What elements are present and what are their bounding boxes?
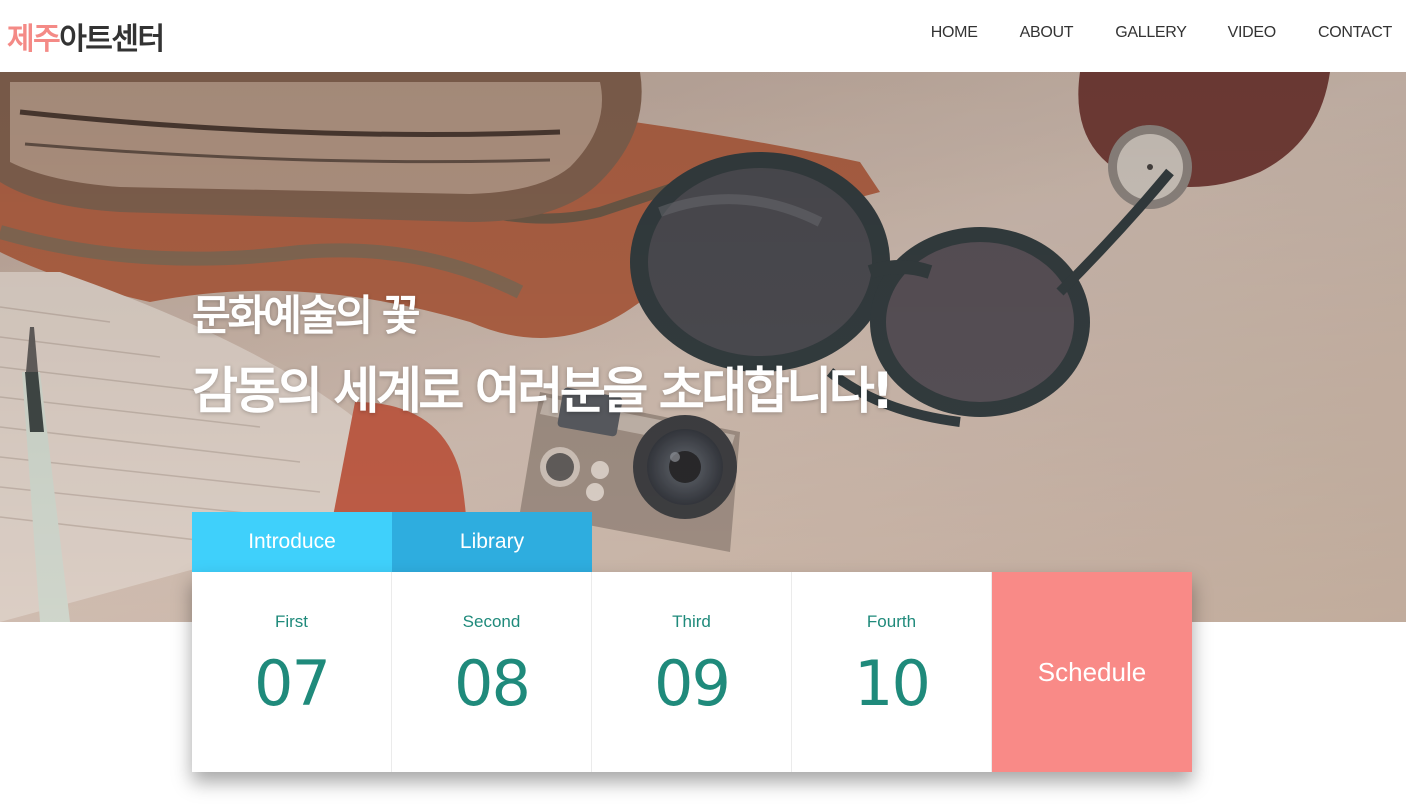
nav-video[interactable]: VIDEO bbox=[1228, 0, 1277, 72]
site-header: 제주아트센터 HOME ABOUT GALLERY VIDEO CONTACT bbox=[0, 0, 1406, 72]
hero-headline: 문화예술의 꽃 감동의 세계로 여러분을 초대합니다! bbox=[192, 282, 894, 423]
schedule-item-first[interactable]: First 07 bbox=[192, 572, 392, 772]
schedule-item-third[interactable]: Third 09 bbox=[592, 572, 792, 772]
main-nav: HOME ABOUT GALLERY VIDEO CONTACT bbox=[931, 0, 1406, 72]
logo-main-text: 아트센터 bbox=[59, 22, 165, 57]
schedule-item-number: 07 bbox=[254, 647, 331, 720]
hero-subtitle: 감동의 세계로 여러분을 초대합니다! bbox=[192, 362, 894, 420]
schedule-button[interactable]: Schedule bbox=[992, 572, 1192, 772]
schedule-item-label: Second bbox=[462, 612, 521, 631]
hero-title: 문화예술의 꽃 bbox=[192, 291, 420, 340]
site-logo[interactable]: 제주아트센터 bbox=[7, 14, 165, 58]
nav-home[interactable]: HOME bbox=[931, 0, 978, 72]
schedule-item-number: 09 bbox=[654, 647, 731, 720]
schedule-item-number: 10 bbox=[854, 647, 931, 720]
schedule-item-number: 08 bbox=[454, 647, 531, 720]
schedule-item-fourth[interactable]: Fourth 10 bbox=[792, 572, 992, 772]
tab-library[interactable]: Library bbox=[392, 512, 592, 572]
schedule-item-label: First bbox=[274, 612, 309, 631]
schedule-item-label: Fourth bbox=[866, 612, 917, 631]
schedule-item-second[interactable]: Second 08 bbox=[392, 572, 592, 772]
nav-about[interactable]: ABOUT bbox=[1020, 0, 1074, 72]
nav-gallery[interactable]: GALLERY bbox=[1115, 0, 1187, 72]
schedule-panel: First 07 Second 08 Third 09 Fourth 10 Sc… bbox=[192, 572, 1192, 772]
info-tabs: Introduce Library bbox=[192, 512, 592, 572]
logo-accent-text: 제주 bbox=[7, 22, 61, 57]
schedule-item-label: Third bbox=[672, 612, 711, 631]
tab-introduce[interactable]: Introduce bbox=[192, 512, 392, 572]
nav-contact[interactable]: CONTACT bbox=[1318, 0, 1392, 72]
